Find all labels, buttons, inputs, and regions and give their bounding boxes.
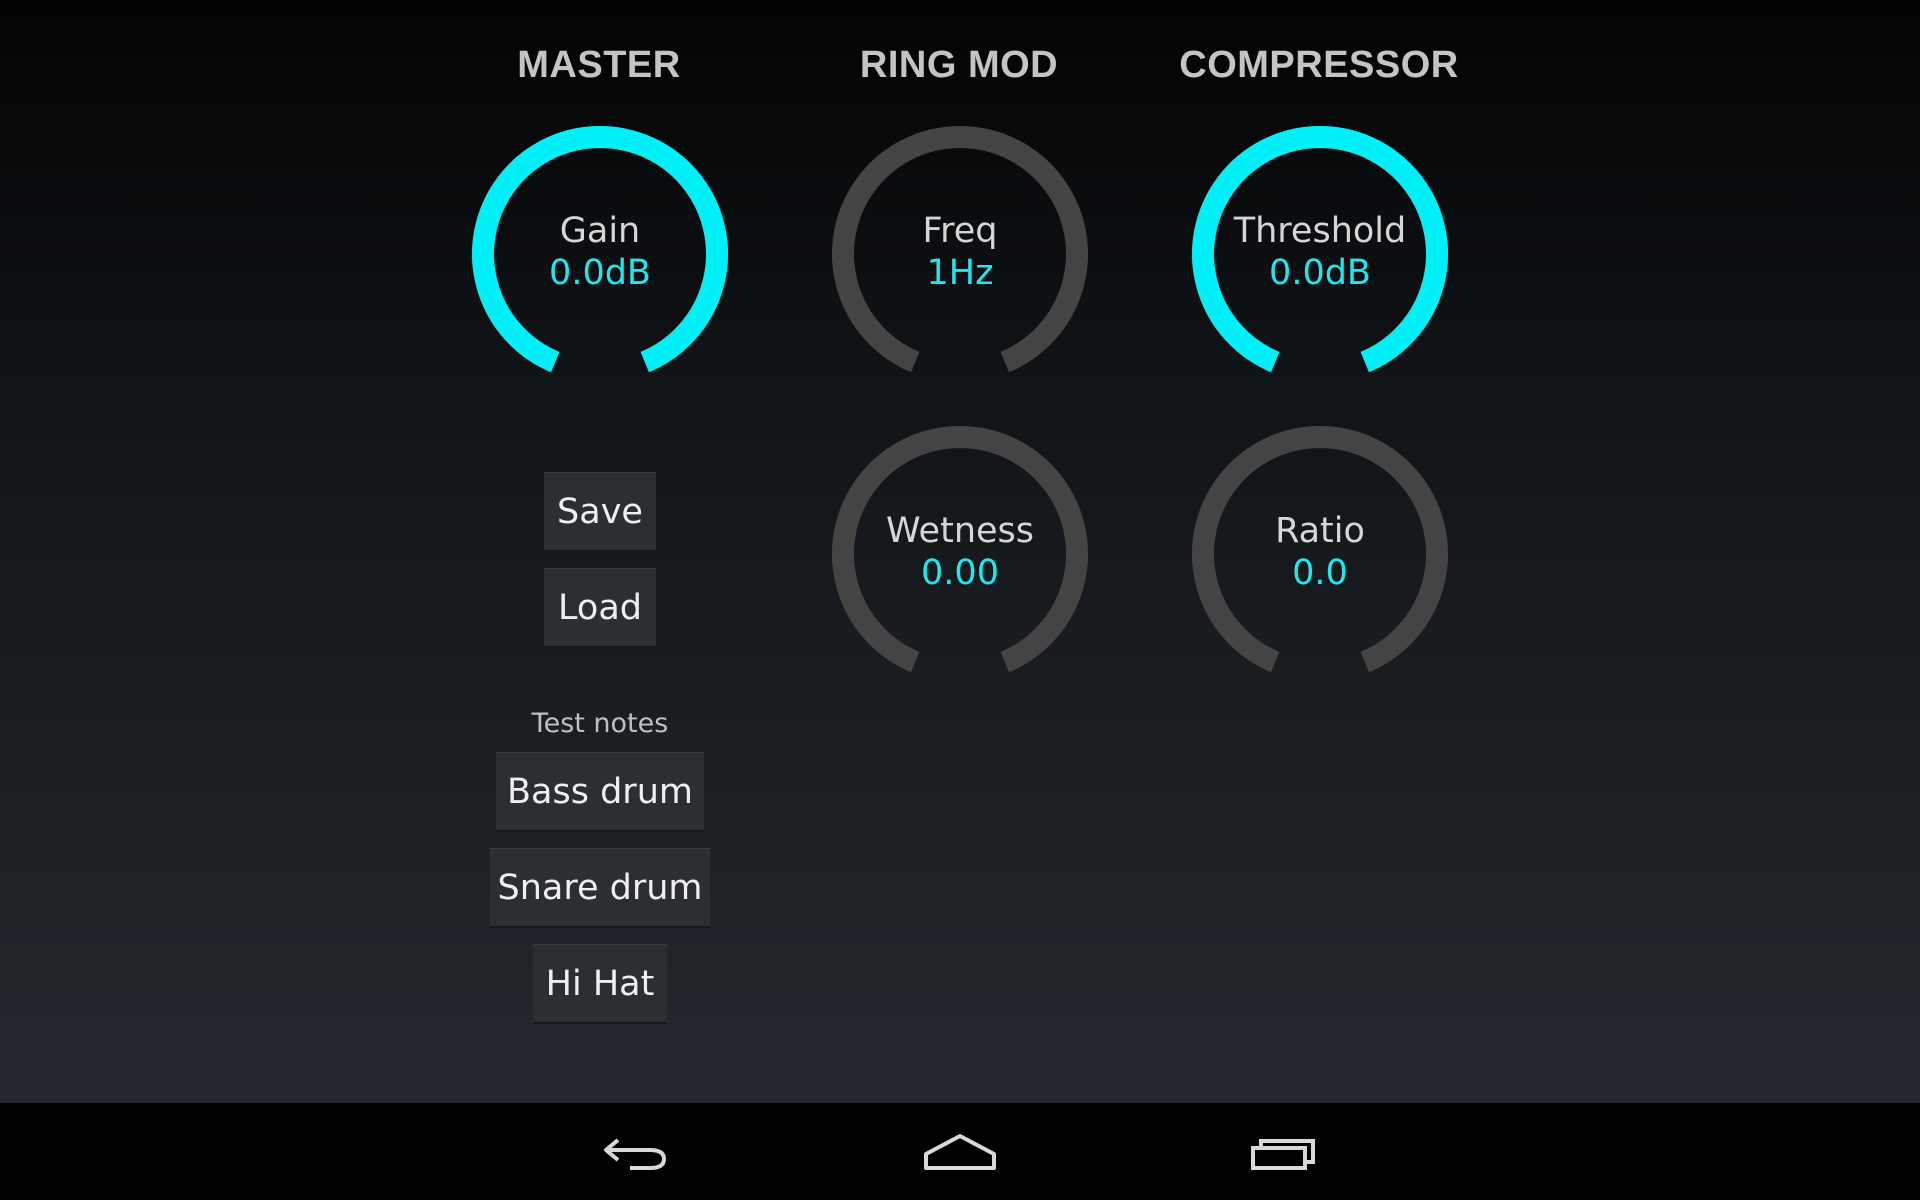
threshold-value: 0.0dB (1269, 253, 1371, 293)
test-notes-label: Test notes (531, 708, 669, 739)
ratio-knob[interactable]: Ratio 0.0 (1190, 424, 1450, 684)
save-button[interactable]: Save (544, 472, 656, 552)
snare-drum-button[interactable]: Snare drum (490, 848, 710, 928)
home-icon (924, 1133, 996, 1170)
app-screen: MASTER RING MOD COMPRESSOR Gain 0.0dB Fr… (0, 0, 1920, 1200)
recent-apps-button[interactable] (1215, 1103, 1355, 1200)
freq-knob[interactable]: Freq 1Hz (830, 124, 1090, 384)
load-button[interactable]: Load (544, 568, 656, 648)
back-button[interactable] (565, 1103, 705, 1200)
master-title: MASTER (517, 44, 681, 86)
wetness-label: Wetness (886, 511, 1034, 551)
ratio-value: 0.0 (1292, 553, 1348, 593)
freq-value: 1Hz (926, 253, 994, 293)
threshold-label: Threshold (1233, 211, 1407, 251)
ring-mod-title: RING MOD (859, 44, 1059, 86)
gain-label: Gain (559, 211, 641, 251)
compressor-title: COMPRESSOR (1179, 44, 1459, 86)
wetness-knob[interactable]: Wetness 0.00 (830, 424, 1090, 684)
gain-knob[interactable]: Gain 0.0dB (470, 124, 730, 384)
wetness-value: 0.00 (921, 553, 999, 593)
threshold-knob[interactable]: Threshold 0.0dB (1190, 124, 1450, 384)
freq-label: Freq (922, 211, 998, 251)
gain-value: 0.0dB (549, 253, 651, 293)
home-button[interactable] (890, 1103, 1030, 1200)
navigation-bar (0, 1103, 1920, 1200)
effects-panel: MASTER RING MOD COMPRESSOR Gain 0.0dB Fr… (0, 0, 1920, 1103)
back-arrow-icon (604, 1137, 667, 1170)
bass-drum-button[interactable]: Bass drum (496, 752, 704, 832)
recent-apps-icon (1251, 1138, 1315, 1170)
hi-hat-button[interactable]: Hi Hat (533, 944, 667, 1024)
ratio-label: Ratio (1275, 511, 1365, 551)
